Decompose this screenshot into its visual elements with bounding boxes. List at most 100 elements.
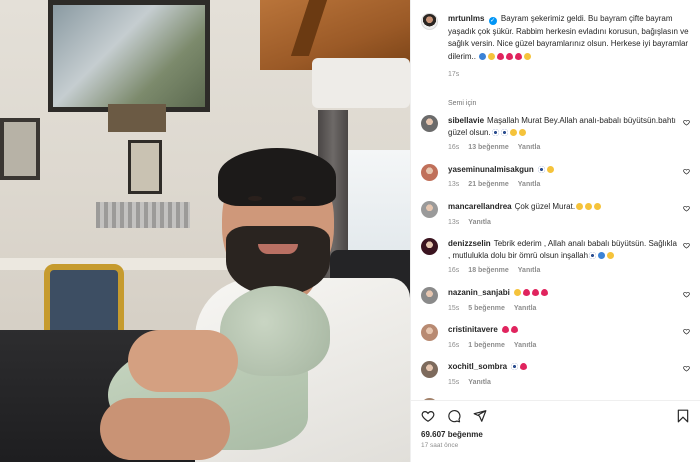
share-icon[interactable] xyxy=(473,409,487,423)
verified-badge-icon: ✓ xyxy=(488,17,497,25)
reply-button[interactable]: Yanıtla xyxy=(514,342,537,349)
comment-like-count[interactable]: 5 beğenme xyxy=(468,305,505,312)
comment-like-count[interactable]: 1 beğenme xyxy=(468,342,505,349)
commenter-username[interactable]: nazanin_sanjabi xyxy=(448,288,510,297)
commenter-avatar[interactable] xyxy=(421,324,438,342)
comment-like-count[interactable]: 13 beğenme xyxy=(468,144,508,151)
comment-icon[interactable] xyxy=(447,409,461,423)
emoji-icon xyxy=(589,251,597,259)
man-hair xyxy=(218,148,336,206)
comment-like-icon[interactable] xyxy=(683,242,690,249)
comment-meta: 16s 13 beğenme Yanıtla xyxy=(448,142,680,154)
mirror xyxy=(96,202,190,228)
comment-meta: 16s 18 beğenme Yanıtla xyxy=(448,265,680,277)
commenter-username[interactable]: xochitl_sombra xyxy=(448,362,507,371)
comment-like-icon[interactable] xyxy=(683,168,690,175)
comment-time: 15s xyxy=(448,378,460,386)
reply-button[interactable]: Yanıtla xyxy=(468,379,491,386)
comment-body: nazanin_sanjabi 15s 5 beğenme Yanıtla xyxy=(448,287,680,314)
post-side-panel: mrtunlms ✓ Bayram şekerimiz geldi. Bu ba… xyxy=(410,0,700,462)
emoji-icon xyxy=(598,251,606,259)
commenter-avatar[interactable] xyxy=(421,114,438,132)
post-photo[interactable] xyxy=(0,0,410,462)
man-smile xyxy=(258,244,298,254)
emoji-icon xyxy=(537,165,545,173)
air-conditioner xyxy=(312,58,410,108)
emoji-icon xyxy=(479,52,487,60)
emoji-icon xyxy=(585,202,593,210)
comment-body: sibellavie Maşallah Murat Bey.Allah analı… xyxy=(448,115,680,154)
commenter-avatar[interactable] xyxy=(421,200,438,218)
emoji-icon xyxy=(594,202,602,210)
reply-button[interactable]: Yanıtla xyxy=(468,219,491,226)
frame-picture xyxy=(4,122,36,176)
reply-button[interactable]: Yanıtla xyxy=(518,181,541,188)
author-avatar[interactable] xyxy=(421,13,438,30)
emoji-icon xyxy=(518,128,526,136)
comment-body: yaseminunalmisakgun 13s 21 beğenme Yanıtla xyxy=(448,164,680,191)
translate-link[interactable]: Semi için xyxy=(411,82,700,107)
commenter-username[interactable]: mancarellandrea xyxy=(448,202,512,211)
heart-emoji-icon xyxy=(506,52,514,60)
comment-list: sibellavie Maşallah Murat Bey.Allah analı… xyxy=(411,107,700,400)
caption-row: mrtunlms ✓ Bayram şekerimiz geldi. Bu ba… xyxy=(411,0,700,82)
like-count[interactable]: 69.607 beğenme xyxy=(421,430,690,439)
heart-emoji-icon xyxy=(515,52,523,60)
comment-meta: 15s Yanıtla xyxy=(448,377,680,389)
man-eye xyxy=(292,196,306,201)
comment-like-icon[interactable] xyxy=(683,119,690,126)
commenter-username[interactable]: sibellavie xyxy=(448,116,484,125)
comment-meta: 13s 21 beğenme Yanıtla xyxy=(448,179,680,191)
comment-body: xochitl_sombra 15s Yanıtla xyxy=(448,361,680,388)
commenter-avatar[interactable] xyxy=(421,238,438,256)
wall-frame-small xyxy=(128,140,162,194)
reply-button[interactable]: Yanıtla xyxy=(518,267,541,274)
man-hand xyxy=(100,398,230,460)
caption: mrtunlms ✓ Bayram şekerimiz geldi. Bu ba… xyxy=(448,13,690,82)
action-icons xyxy=(421,409,690,423)
comment-item: yaseminunalmisakgun 13s 21 beğenme Yanıtla xyxy=(421,163,692,191)
commenter-username[interactable]: denizzselin xyxy=(448,239,491,248)
author-username[interactable]: mrtunlms xyxy=(448,14,484,23)
bookmark-icon[interactable] xyxy=(676,409,690,423)
comment-body: cristinitavere 16s 1 beğenme Yanıtla xyxy=(448,324,680,351)
comment-meta: 15s 5 beğenme Yanıtla xyxy=(448,303,680,315)
comment-like-count[interactable]: 21 beğenme xyxy=(468,181,508,188)
commenter-username[interactable]: yaseminunalmisakgun xyxy=(448,165,534,174)
commenter-username[interactable]: cristinitavere xyxy=(448,325,498,334)
comment-like-count[interactable]: 18 beğenme xyxy=(468,267,508,274)
comment-time: 13s xyxy=(448,181,460,189)
comment-time: 15s xyxy=(448,304,460,312)
comment-time: 16s xyxy=(448,144,460,152)
heart-emoji-icon xyxy=(520,363,528,371)
comment-item: mancarellandrea Çok güzel Murat. 13s Yanıtl… xyxy=(421,200,692,229)
commenter-avatar[interactable] xyxy=(421,163,438,181)
heart-emoji-icon xyxy=(501,326,509,334)
heart-emoji-icon xyxy=(497,52,505,60)
emoji-icon xyxy=(546,165,554,173)
heart-icon[interactable] xyxy=(421,409,435,423)
caption-time: 17s xyxy=(448,71,460,79)
comment-meta: 13s Yanıtla xyxy=(448,217,680,229)
comment-body: denizzselin Tebrik ederim , Allah analı b… xyxy=(448,238,680,277)
man-hand xyxy=(128,330,238,392)
reply-button[interactable]: Yanıtla xyxy=(514,305,537,312)
comment-meta: 16s 1 beğenme Yanıtla xyxy=(448,340,680,352)
comment-item: nazanin_sanjabi 15s 5 beğenme Yanıtla xyxy=(421,286,692,314)
frame-picture xyxy=(53,5,205,107)
commenter-avatar[interactable] xyxy=(421,286,438,304)
commenter-avatar[interactable] xyxy=(421,361,438,379)
emoji-icon xyxy=(488,52,496,60)
comment-item: cristinitavere 16s 1 beğenme Yanıtla xyxy=(421,324,692,351)
comment-like-icon[interactable] xyxy=(683,205,690,212)
comment-like-icon[interactable] xyxy=(683,365,690,372)
action-bar: 69.607 beğenme 17 saat önce xyxy=(411,400,700,462)
emoji-icon xyxy=(524,52,532,60)
comment-item: denizzselin Tebrik ederim , Allah analı b… xyxy=(421,238,692,277)
reply-button[interactable]: Yanıtla xyxy=(518,144,541,151)
emoji-icon xyxy=(511,363,519,371)
comment-time: 16s xyxy=(448,267,460,275)
comment-like-icon[interactable] xyxy=(683,291,690,298)
emoji-icon xyxy=(607,251,615,259)
comment-like-icon[interactable] xyxy=(683,328,690,335)
